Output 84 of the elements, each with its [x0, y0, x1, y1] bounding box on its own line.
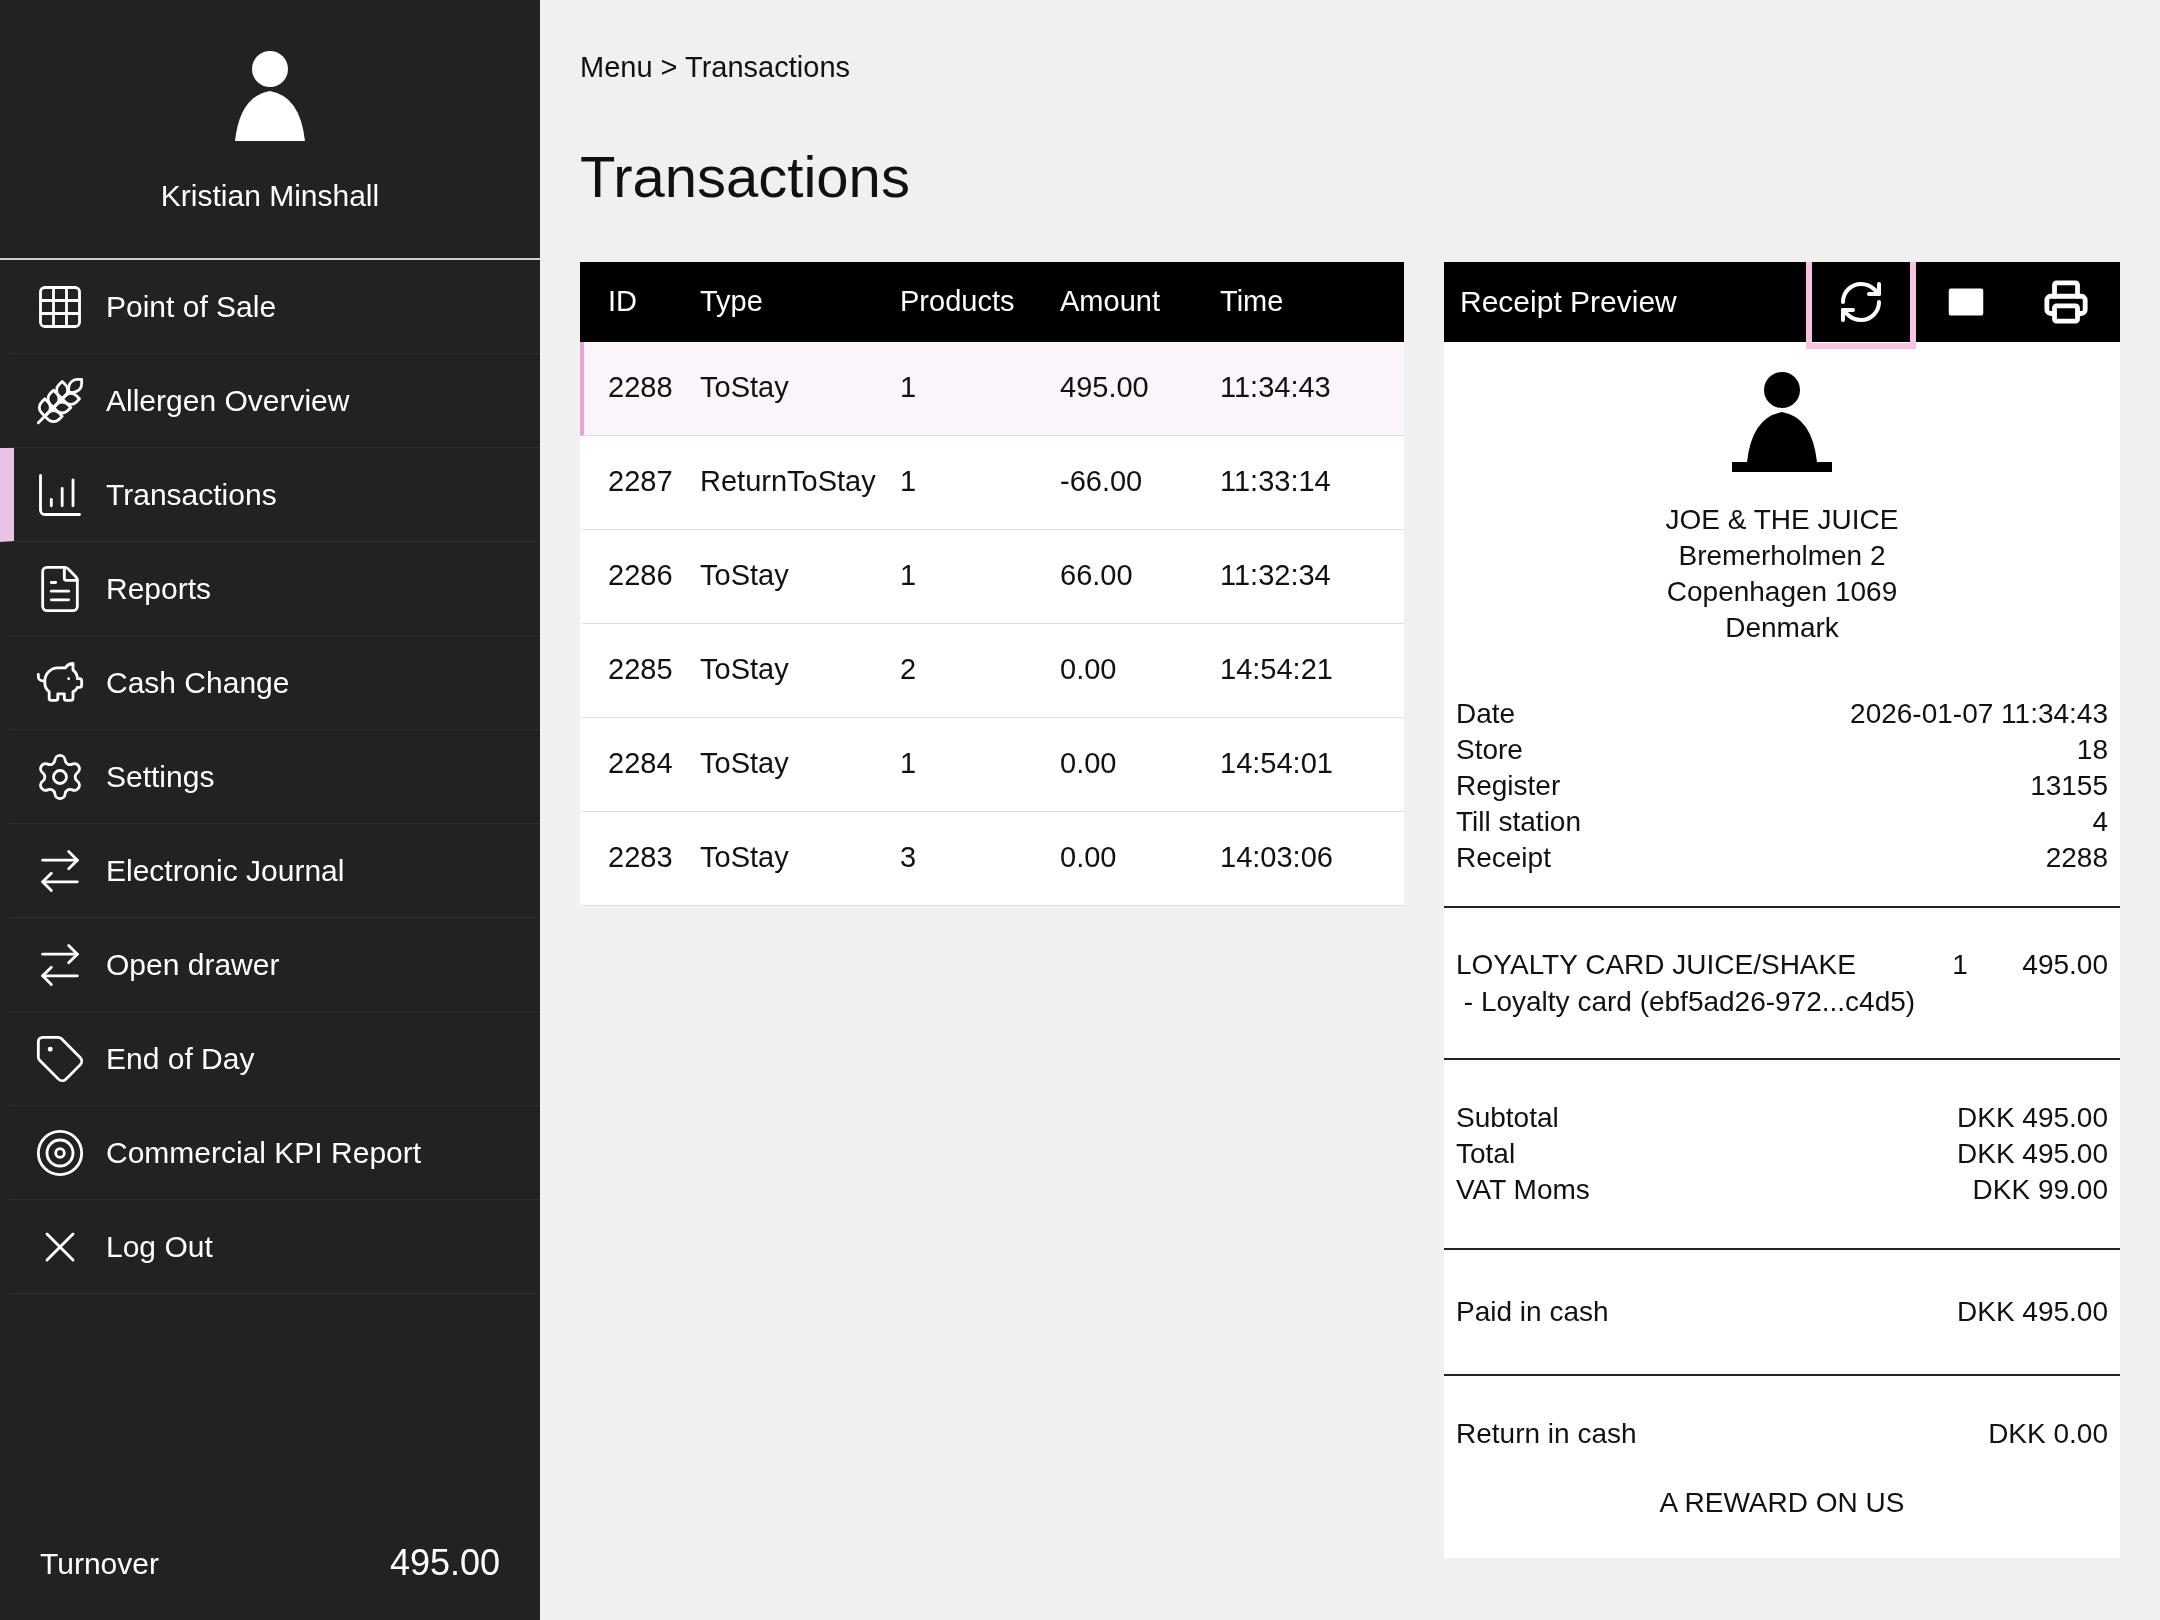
user-name: Kristian Minshall — [160, 177, 380, 214]
sidebar-item[interactable]: Open drawer — [0, 918, 540, 1012]
column-header: Time — [1220, 283, 1285, 319]
receipt-label: Date — [1456, 696, 1516, 731]
table-cell-text: 1 — [900, 558, 918, 594]
receipt-label: Till station — [1456, 804, 1581, 839]
table-cell-text: 66.00 — [1060, 558, 1134, 594]
receipt-label: Paid in cash — [1456, 1294, 1609, 1329]
receipt-value: 2288 — [2045, 840, 2108, 875]
sidebar-item[interactable]: Transactions — [0, 448, 540, 542]
table-cell-text: 11:32:34 — [1220, 558, 1332, 594]
receipt-label: Register — [1456, 768, 1561, 803]
address-line: Copenhagen 1069 — [1666, 574, 1898, 609]
table-cell-text: 14:03:06 — [1220, 840, 1334, 876]
sidebar-item[interactable]: Settings — [0, 730, 540, 824]
table-row[interactable]: 2288 ToStay 1 495.00 11:34:43 — [580, 341, 1404, 436]
table-cell-text: ReturnToStay — [700, 464, 877, 500]
page-title: Transactions — [580, 147, 911, 206]
sidebar-item[interactable]: Commercial KPI Report — [0, 1106, 540, 1200]
column-header: Type — [700, 283, 764, 319]
refresh-button[interactable] — [1806, 261, 1916, 349]
turnover-label: Turnover — [40, 1545, 159, 1582]
breadcrumb: Menu > Transactions — [580, 50, 851, 85]
turnover-value: 495.00 — [389, 1541, 500, 1585]
table-cell-text: 2285 — [607, 652, 674, 688]
table-cell-text: -66.00 — [1060, 464, 1144, 500]
table-cell-text: 495.00 — [1060, 370, 1150, 406]
table-cell-text: 2288 — [607, 370, 674, 406]
item-name: LOYALTY CARD JUICE/SHAKE — [1456, 947, 1857, 982]
table-cell-text: ToStay — [700, 746, 790, 782]
printer-icon — [2043, 278, 2089, 325]
table-cell-text: 1 — [900, 746, 918, 782]
sidebar-item[interactable]: Point of Sale — [0, 260, 540, 354]
table-cell-text: 2286 — [607, 558, 674, 594]
receipt-value: 4 — [2092, 804, 2108, 839]
receipt-label: Total — [1456, 1136, 1516, 1171]
sidebar-item[interactable]: Cash Change — [0, 636, 540, 730]
receipt-value: DKK 495.00 — [1957, 1294, 2108, 1329]
receipt-value: DKK 0.00 — [1988, 1416, 2108, 1451]
table-cell-text: 0.00 — [1060, 746, 1118, 782]
table-cell-text: 3 — [900, 840, 918, 876]
address-line: Denmark — [1725, 610, 1839, 645]
receipt-value: 18 — [2076, 732, 2108, 767]
table-cell-text: 0.00 — [1060, 652, 1118, 688]
receipt-value: 13155 — [2030, 768, 2108, 803]
receipt-footer: A REWARD ON US — [1659, 1481, 1905, 1524]
receipt-label: Store — [1456, 732, 1523, 767]
column-header: Amount — [1060, 283, 1161, 319]
table-cell-text: 14:54:01 — [1220, 746, 1334, 782]
item-quantity: 1 — [1952, 947, 1969, 982]
address-line: Bremerholmen 2 — [1678, 538, 1886, 573]
receipt-label: VAT Moms — [1456, 1172, 1590, 1207]
receipt-value: DKK 99.00 — [1972, 1172, 2108, 1207]
table-cell-text: 2283 — [607, 840, 674, 876]
table-cell-text: 0.00 — [1060, 840, 1118, 876]
table-cell-text: 1 — [900, 464, 918, 500]
sidebar-item[interactable]: End of Day — [0, 1012, 540, 1106]
table-cell-text: 2287 — [607, 464, 674, 500]
table-cell-text: 11:34:43 — [1220, 370, 1332, 406]
table-cell-text: 2284 — [607, 746, 674, 782]
address-line: JOE & THE JUICE — [1665, 502, 1899, 537]
table-cell-text: ToStay — [700, 558, 790, 594]
receipt-label: Receipt — [1456, 840, 1551, 875]
column-header: ID — [607, 283, 638, 319]
receipt-value: DKK 495.00 — [1957, 1136, 2108, 1171]
item-note: - Loyalty card (ebf5ad26-972...c4d5) — [1462, 985, 1916, 1017]
table-cell-text: ToStay — [700, 370, 790, 406]
table-cell-text: 2 — [900, 652, 918, 688]
sidebar-item[interactable]: Log Out — [0, 1200, 540, 1294]
receipt-title: Receipt Preview — [1460, 284, 1678, 320]
item-price: 495.00 — [2022, 947, 2108, 982]
column-header: Products — [900, 283, 1016, 319]
receipt-value: DKK 495.00 — [1957, 1100, 2108, 1135]
table-cell-text: 11:33:14 — [1220, 464, 1332, 500]
table-cell-text: 1 — [900, 370, 918, 406]
receipt-label: Subtotal — [1456, 1100, 1559, 1135]
table-cell-text: ToStay — [700, 652, 790, 688]
table-cell-text: ToStay — [700, 840, 790, 876]
table-cell-text: 14:54:21 — [1220, 652, 1334, 688]
receipt-label: Return in cash — [1456, 1416, 1637, 1451]
sidebar-item[interactable]: Allergen Overview — [0, 354, 540, 448]
sidebar-item[interactable]: Electronic Journal — [0, 824, 540, 918]
sidebar-item[interactable]: Reports — [0, 542, 540, 636]
receipt-value: 2026-01-07 11:34:43 — [1850, 696, 2108, 731]
